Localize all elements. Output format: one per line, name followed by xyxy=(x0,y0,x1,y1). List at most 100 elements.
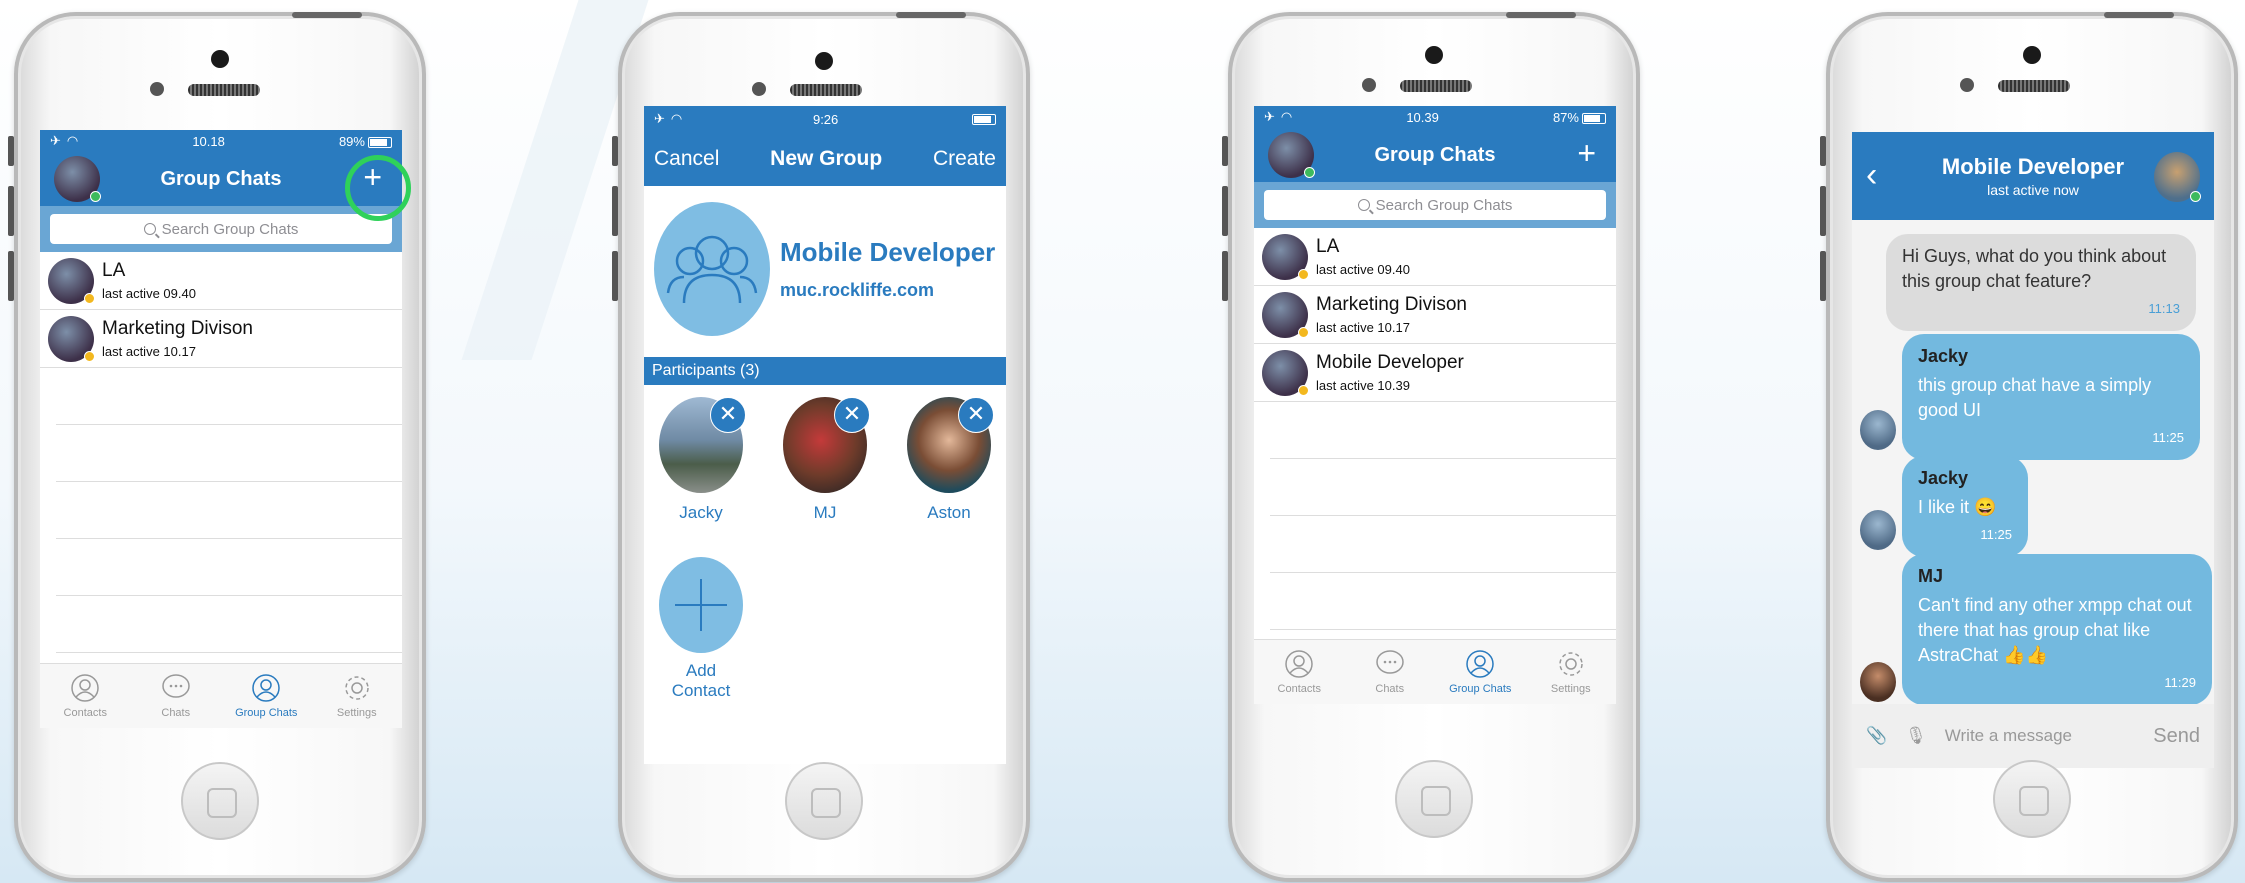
close-icon: ✕ xyxy=(966,401,986,426)
message-time: 11:25 xyxy=(1980,527,2012,542)
group-info: Mobile Developer muc.rockliffe.com xyxy=(644,186,1006,351)
message-text: Can't find any other xmpp chat out there… xyxy=(1918,595,2192,665)
battery-icon xyxy=(972,113,996,125)
away-status-dot xyxy=(84,292,95,304)
tab-contacts[interactable]: Contacts xyxy=(40,664,131,728)
chat-avatar xyxy=(48,257,95,304)
message-bubble: Jacky I like it 😄 11:25 xyxy=(1902,456,2028,557)
chat-row[interactable]: Marketing Divison last active 10.17 xyxy=(1254,286,1616,344)
tab-group-chats[interactable]: Group Chats xyxy=(221,664,312,728)
chat-row[interactable]: LA last active 09.40 xyxy=(1254,228,1616,286)
message-input[interactable]: Write a message xyxy=(1945,726,2072,746)
online-status-dot xyxy=(2190,191,2201,202)
profile-avatar[interactable] xyxy=(54,156,101,202)
airplane-icon: ✈ xyxy=(50,133,61,148)
battery-icon xyxy=(1581,112,1606,124)
status-time: 9:26 xyxy=(812,111,839,127)
group-avatar[interactable] xyxy=(2154,152,2201,202)
screen: ✈ ◠ 10.39 87% Group Chats + Search Group … xyxy=(1254,106,1616,704)
message-text: I like it 😄 xyxy=(1918,497,1997,517)
search-input[interactable]: Search Group Chats xyxy=(1264,190,1606,220)
online-status-dot xyxy=(1304,167,1315,178)
home-button[interactable] xyxy=(785,762,863,840)
tab-chats[interactable]: Chats xyxy=(1345,640,1436,704)
profile-avatar[interactable] xyxy=(1268,132,1315,178)
tab-contacts[interactable]: Contacts xyxy=(1254,640,1345,704)
back-button[interactable]: ‹ xyxy=(1866,158,1877,192)
settings-icon xyxy=(1556,649,1586,679)
message-bubble: Jacky this group chat have a simply good… xyxy=(1902,334,2200,460)
front-camera xyxy=(2023,46,2041,64)
sensor xyxy=(1960,78,1974,92)
tab-group-chats[interactable]: Group Chats xyxy=(1435,640,1526,704)
group-chats-icon xyxy=(251,673,281,703)
nav-bar: Group Chats + xyxy=(1254,128,1616,182)
search-input[interactable]: Search Group Chats xyxy=(50,214,392,244)
chat-last-active: last active 09.40 xyxy=(102,286,196,301)
add-group-button[interactable]: + xyxy=(1577,137,1596,169)
sensor xyxy=(1362,78,1376,92)
home-button[interactable] xyxy=(1993,760,2071,838)
participant[interactable]: ✕ Aston xyxy=(906,397,994,523)
chat-row[interactable]: Mobile Developer last active 10.39 xyxy=(1254,344,1616,402)
home-button[interactable] xyxy=(181,762,259,840)
plus-icon xyxy=(659,557,743,653)
screen: ✈ ◠ 9:26 Cancel New Group Create Mobile D… xyxy=(644,106,1006,764)
group-name[interactable]: Mobile Developer xyxy=(780,237,995,268)
sender-avatar xyxy=(1860,662,1896,702)
chat-avatar xyxy=(48,315,95,362)
sender-avatar xyxy=(1860,410,1896,450)
participant[interactable]: ✕ Jacky xyxy=(658,397,746,523)
chat-last-active: last active 10.17 xyxy=(1316,320,1410,335)
chat-last-active: last active 09.40 xyxy=(1316,262,1410,277)
send-button[interactable]: Send xyxy=(2153,725,2200,748)
tab-bar: Contacts Chats Group Chats Settings xyxy=(1254,639,1616,704)
close-icon: ✕ xyxy=(842,401,862,426)
participant[interactable]: ✕ MJ xyxy=(782,397,870,523)
group-address: muc.rockliffe.com xyxy=(780,279,935,300)
microphone-icon[interactable]: 🎙 xyxy=(1905,726,1927,746)
chat-row[interactable]: Marketing Divison last active 10.17 xyxy=(40,310,402,368)
chats-icon xyxy=(1375,649,1405,679)
contacts-icon xyxy=(70,673,100,703)
earpiece-speaker xyxy=(790,84,862,96)
message-time: 11:13 xyxy=(2148,301,2180,316)
online-status-dot xyxy=(90,191,101,202)
airplane-icon: ✈ xyxy=(654,111,665,126)
add-contact-button[interactable]: Add Contact xyxy=(658,557,744,701)
remove-participant-button[interactable]: ✕ xyxy=(710,397,746,433)
chevron-left-icon: ‹ xyxy=(1866,156,1878,194)
tab-settings[interactable]: Settings xyxy=(1526,640,1617,704)
message-sender: MJ xyxy=(1918,566,1944,586)
phone-3: ✈ ◠ 10.39 87% Group Chats + Search Group … xyxy=(1222,12,1640,882)
participant-name: Jacky xyxy=(679,503,723,522)
participants-header: Participants (3) xyxy=(644,357,1006,385)
screen: ‹ Mobile Developer last active now Hi Gu… xyxy=(1852,132,2214,768)
chat-name: Marketing Divison xyxy=(1316,294,1467,315)
chat-name: LA xyxy=(1316,236,1340,257)
attach-icon[interactable]: 📎 xyxy=(1866,726,1887,746)
cancel-button[interactable]: Cancel xyxy=(654,147,719,171)
chat-name: Marketing Divison xyxy=(102,318,253,339)
tab-chats[interactable]: Chats xyxy=(131,664,222,728)
message-time: 11:25 xyxy=(2152,430,2184,445)
chat-row[interactable]: LA last active 09.40 xyxy=(40,252,402,310)
tab-bar: Contacts Chats Group Chats Settings xyxy=(40,663,402,728)
home-button[interactable] xyxy=(1395,760,1473,838)
remove-participant-button[interactable]: ✕ xyxy=(958,397,994,433)
status-bar: ✈ ◠ 10.39 87% xyxy=(1254,106,1616,128)
tab-settings[interactable]: Settings xyxy=(312,664,403,728)
message-list: Hi Guys, what do you think about this gr… xyxy=(1852,220,2214,704)
earpiece-speaker xyxy=(1998,80,2070,92)
wifi-icon: ◠ xyxy=(1280,109,1293,124)
status-time: 10.39 xyxy=(1406,109,1439,125)
sensor xyxy=(752,82,766,96)
chat-name: LA xyxy=(102,260,126,281)
create-button[interactable]: Create xyxy=(933,147,996,171)
chats-icon xyxy=(161,673,191,703)
chat-name: Mobile Developer xyxy=(1316,352,1464,373)
remove-participant-button[interactable]: ✕ xyxy=(834,397,870,433)
chat-avatar xyxy=(1262,291,1309,338)
group-avatar[interactable] xyxy=(654,201,770,336)
message-bubble: Hi Guys, what do you think about this gr… xyxy=(1886,234,2196,331)
